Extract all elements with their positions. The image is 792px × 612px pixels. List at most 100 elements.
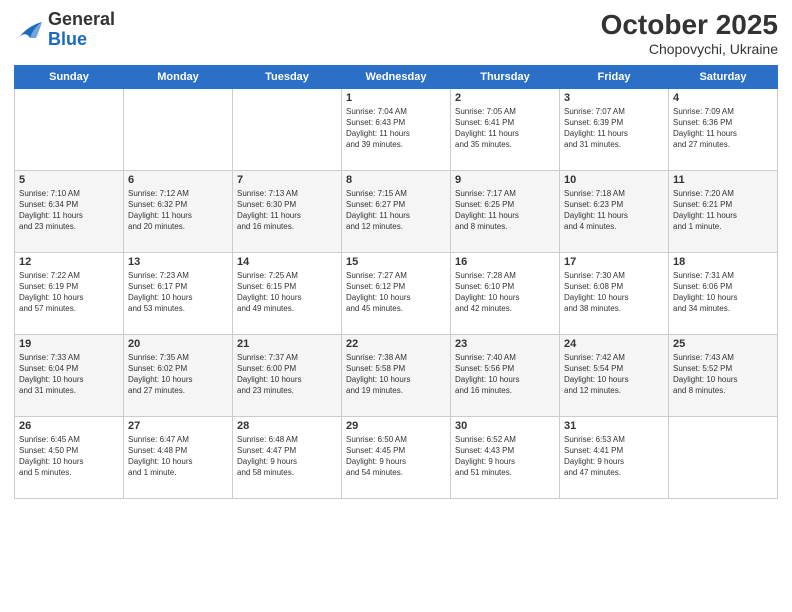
calendar-week-5: 26Sunrise: 6:45 AM Sunset: 4:50 PM Dayli… — [15, 416, 778, 498]
table-row: 8 Sunrise: 7:15 AM Sunset: 6:27 PM Daylig… — [342, 170, 451, 252]
table-row: 11Sunrise: 7:20 AM Sunset: 6:21 PM Dayli… — [669, 170, 778, 252]
table-row: 24 Sunrise: 7:42 AM Sunset: 5:54 PM Dayli… — [560, 334, 669, 416]
day-number: 1 — [346, 92, 446, 104]
table-row: 26Sunrise: 6:45 AM Sunset: 4:50 PM Dayli… — [15, 416, 124, 498]
day-info: Sunrise: 7:40 AM Sunset: 5:56 PM Dayligh… — [455, 352, 555, 397]
table-row: 10 Sunrise: 7:18 AM Sunset: 6:23 PM Dayli… — [560, 170, 669, 252]
day-info: Sunrise: 7:35 AM Sunset: 6:02 PM Dayligh… — [128, 352, 228, 397]
day-number: 13 — [128, 256, 228, 268]
day-number: 18 — [673, 256, 773, 268]
day-info: Sunrise: 7:17 AM Sunset: 6:25 PM Dayligh… — [455, 188, 555, 233]
col-saturday: Saturday — [669, 65, 778, 88]
table-row: 6Sunrise: 7:12 AM Sunset: 6:32 PM Daylig… — [124, 170, 233, 252]
day-number: 21 — [237, 338, 337, 350]
col-thursday: Thursday — [451, 65, 560, 88]
calendar-week-1: 1 Sunrise: 7:04 AM Sunset: 6:43 PM Daylig… — [15, 88, 778, 170]
col-friday: Friday — [560, 65, 669, 88]
day-number: 24 — [564, 338, 664, 350]
day-info: Sunrise: 7:27 AM Sunset: 6:12 PM Dayligh… — [346, 270, 446, 315]
table-row: 21 Sunrise: 7:37 AM Sunset: 6:00 PM Dayli… — [233, 334, 342, 416]
day-info: Sunrise: 7:23 AM Sunset: 6:17 PM Dayligh… — [128, 270, 228, 315]
table-row: 2Sunrise: 7:05 AM Sunset: 6:41 PM Daylig… — [451, 88, 560, 170]
day-number: 11 — [673, 174, 773, 186]
day-number: 3 — [564, 92, 664, 104]
table-row — [124, 88, 233, 170]
calendar-table: Sunday Monday Tuesday Wednesday Thursday… — [14, 65, 778, 499]
day-info: Sunrise: 7:31 AM Sunset: 6:06 PM Dayligh… — [673, 270, 773, 315]
table-row: 22Sunrise: 7:38 AM Sunset: 5:58 PM Dayli… — [342, 334, 451, 416]
day-number: 4 — [673, 92, 773, 104]
day-info: Sunrise: 6:52 AM Sunset: 4:43 PM Dayligh… — [455, 434, 555, 479]
table-row — [233, 88, 342, 170]
day-number: 25 — [673, 338, 773, 350]
day-number: 12 — [19, 256, 119, 268]
day-number: 9 — [455, 174, 555, 186]
day-number: 23 — [455, 338, 555, 350]
table-row: 1 Sunrise: 7:04 AM Sunset: 6:43 PM Daylig… — [342, 88, 451, 170]
table-row: 3 Sunrise: 7:07 AM Sunset: 6:39 PM Daylig… — [560, 88, 669, 170]
logo-text: General Blue — [48, 10, 115, 50]
location-subtitle: Chopovychi, Ukraine — [601, 41, 778, 57]
day-info: Sunrise: 7:30 AM Sunset: 6:08 PM Dayligh… — [564, 270, 664, 315]
day-info: Sunrise: 6:53 AM Sunset: 4:41 PM Dayligh… — [564, 434, 664, 479]
calendar-header-row: Sunday Monday Tuesday Wednesday Thursday… — [15, 65, 778, 88]
day-number: 28 — [237, 420, 337, 432]
table-row: 18 Sunrise: 7:31 AM Sunset: 6:06 PM Dayli… — [669, 252, 778, 334]
day-info: Sunrise: 7:28 AM Sunset: 6:10 PM Dayligh… — [455, 270, 555, 315]
calendar-week-3: 12 Sunrise: 7:22 AM Sunset: 6:19 PM Dayli… — [15, 252, 778, 334]
day-number: 7 — [237, 174, 337, 186]
col-tuesday: Tuesday — [233, 65, 342, 88]
table-row: 28Sunrise: 6:48 AM Sunset: 4:47 PM Dayli… — [233, 416, 342, 498]
day-info: Sunrise: 6:50 AM Sunset: 4:45 PM Dayligh… — [346, 434, 446, 479]
day-number: 16 — [455, 256, 555, 268]
day-info: Sunrise: 6:47 AM Sunset: 4:48 PM Dayligh… — [128, 434, 228, 479]
table-row: 25Sunrise: 7:43 AM Sunset: 5:52 PM Dayli… — [669, 334, 778, 416]
table-row: 23 Sunrise: 7:40 AM Sunset: 5:56 PM Dayli… — [451, 334, 560, 416]
page: General Blue October 2025 Chopovychi, Uk… — [0, 0, 792, 612]
table-row: 15Sunrise: 7:27 AM Sunset: 6:12 PM Dayli… — [342, 252, 451, 334]
table-row: 16 Sunrise: 7:28 AM Sunset: 6:10 PM Dayli… — [451, 252, 560, 334]
day-info: Sunrise: 7:07 AM Sunset: 6:39 PM Dayligh… — [564, 106, 664, 151]
day-info: Sunrise: 7:09 AM Sunset: 6:36 PM Dayligh… — [673, 106, 773, 151]
day-info: Sunrise: 6:45 AM Sunset: 4:50 PM Dayligh… — [19, 434, 119, 479]
logo: General Blue — [14, 10, 115, 50]
title-block: October 2025 Chopovychi, Ukraine — [601, 10, 778, 57]
table-row: 9 Sunrise: 7:17 AM Sunset: 6:25 PM Daylig… — [451, 170, 560, 252]
day-number: 17 — [564, 256, 664, 268]
day-info: Sunrise: 7:05 AM Sunset: 6:41 PM Dayligh… — [455, 106, 555, 151]
table-row: 29 Sunrise: 6:50 AM Sunset: 4:45 PM Dayli… — [342, 416, 451, 498]
table-row: 20Sunrise: 7:35 AM Sunset: 6:02 PM Dayli… — [124, 334, 233, 416]
table-row: 30Sunrise: 6:52 AM Sunset: 4:43 PM Dayli… — [451, 416, 560, 498]
logo-general: General — [48, 10, 115, 30]
table-row: 5Sunrise: 7:10 AM Sunset: 6:34 PM Daylig… — [15, 170, 124, 252]
day-info: Sunrise: 7:37 AM Sunset: 6:00 PM Dayligh… — [237, 352, 337, 397]
day-info: Sunrise: 7:42 AM Sunset: 5:54 PM Dayligh… — [564, 352, 664, 397]
col-wednesday: Wednesday — [342, 65, 451, 88]
day-info: Sunrise: 7:04 AM Sunset: 6:43 PM Dayligh… — [346, 106, 446, 151]
day-number: 31 — [564, 420, 664, 432]
day-number: 29 — [346, 420, 446, 432]
table-row: 19Sunrise: 7:33 AM Sunset: 6:04 PM Dayli… — [15, 334, 124, 416]
day-info: Sunrise: 7:25 AM Sunset: 6:15 PM Dayligh… — [237, 270, 337, 315]
col-sunday: Sunday — [15, 65, 124, 88]
day-info: Sunrise: 7:15 AM Sunset: 6:27 PM Dayligh… — [346, 188, 446, 233]
table-row: 17 Sunrise: 7:30 AM Sunset: 6:08 PM Dayli… — [560, 252, 669, 334]
day-number: 10 — [564, 174, 664, 186]
day-info: Sunrise: 7:13 AM Sunset: 6:30 PM Dayligh… — [237, 188, 337, 233]
day-info: Sunrise: 7:38 AM Sunset: 5:58 PM Dayligh… — [346, 352, 446, 397]
table-row: 12 Sunrise: 7:22 AM Sunset: 6:19 PM Dayli… — [15, 252, 124, 334]
day-info: Sunrise: 7:22 AM Sunset: 6:19 PM Dayligh… — [19, 270, 119, 315]
day-number: 6 — [128, 174, 228, 186]
day-info: Sunrise: 7:10 AM Sunset: 6:34 PM Dayligh… — [19, 188, 119, 233]
table-row: 7 Sunrise: 7:13 AM Sunset: 6:30 PM Daylig… — [233, 170, 342, 252]
table-row: 13 Sunrise: 7:23 AM Sunset: 6:17 PM Dayli… — [124, 252, 233, 334]
day-number: 8 — [346, 174, 446, 186]
day-info: Sunrise: 7:33 AM Sunset: 6:04 PM Dayligh… — [19, 352, 119, 397]
logo-bird-icon — [14, 16, 44, 44]
day-number: 14 — [237, 256, 337, 268]
day-info: Sunrise: 7:18 AM Sunset: 6:23 PM Dayligh… — [564, 188, 664, 233]
table-row: 14 Sunrise: 7:25 AM Sunset: 6:15 PM Dayli… — [233, 252, 342, 334]
calendar-week-2: 5Sunrise: 7:10 AM Sunset: 6:34 PM Daylig… — [15, 170, 778, 252]
day-number: 27 — [128, 420, 228, 432]
table-row: 31 Sunrise: 6:53 AM Sunset: 4:41 PM Dayli… — [560, 416, 669, 498]
